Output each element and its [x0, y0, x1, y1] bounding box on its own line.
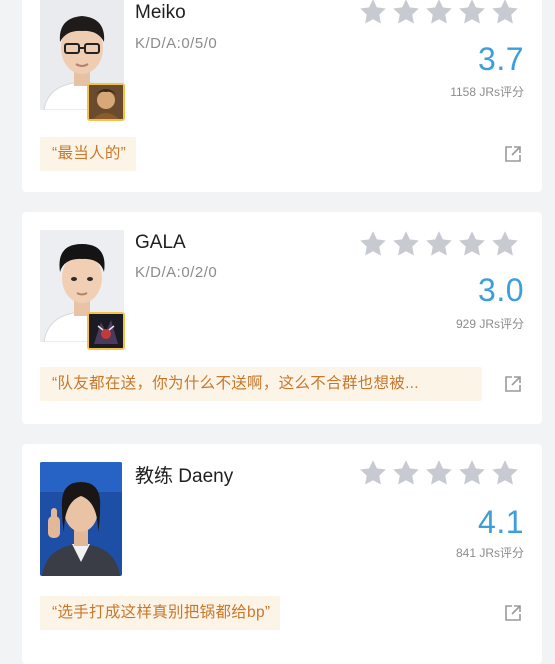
top-comment[interactable]: “选手打成这样真别把锅都给bp” [40, 596, 281, 630]
rating-stars[interactable] [358, 229, 520, 259]
coach-photo [40, 462, 122, 576]
star-icon[interactable] [391, 458, 421, 488]
star-icon[interactable] [490, 229, 520, 259]
rating-count: 1158 JRs评分 [450, 85, 524, 99]
rating-stars[interactable] [358, 0, 520, 27]
star-icon[interactable] [358, 458, 388, 488]
share-icon[interactable] [504, 375, 522, 393]
player-kda: K/D/A:0/5/0 [135, 35, 218, 52]
player-card[interactable]: GALA K/D/A:0/2/0 3.0 929 JRs评分 “队友都在送，你为… [22, 212, 542, 424]
star-icon[interactable] [424, 229, 454, 259]
hero-icon [87, 312, 125, 350]
hero-icon [87, 83, 125, 121]
rating-score: 3.0 [478, 272, 524, 308]
player-card[interactable]: Meiko K/D/A:0/5/0 3.7 1158 JRs评分 “最当人的” [22, 0, 542, 192]
hero-portrait-icon [89, 85, 123, 119]
share-icon[interactable] [504, 145, 522, 163]
coach-card[interactable]: 教练 Daeny 4.1 841 JRs评分 “选手打成这样真别把锅都给bp” [22, 444, 542, 664]
star-icon[interactable] [490, 0, 520, 27]
coach-name: 教练 Daeny [135, 466, 234, 487]
rating-count: 929 JRs评分 [455, 317, 524, 331]
star-icon[interactable] [358, 229, 388, 259]
player-name: GALA [135, 232, 186, 253]
star-icon[interactable] [424, 458, 454, 488]
star-icon[interactable] [391, 0, 421, 27]
star-icon[interactable] [358, 0, 388, 27]
hero-portrait-icon [89, 314, 123, 348]
coach-avatar [40, 462, 122, 576]
star-icon[interactable] [391, 229, 421, 259]
rating-count: 841 JRs评分 [455, 546, 524, 560]
share-icon[interactable] [504, 604, 522, 622]
star-icon[interactable] [457, 0, 487, 27]
player-kda: K/D/A:0/2/0 [135, 264, 218, 281]
star-icon[interactable] [457, 458, 487, 488]
rating-score: 4.1 [478, 504, 524, 540]
top-comment[interactable]: “最当人的” [40, 137, 137, 171]
rating-score: 3.7 [478, 41, 524, 77]
star-icon[interactable] [424, 0, 454, 27]
top-comment[interactable]: “队友都在送，你为什么不送啊，这么不合群也想被... [40, 367, 482, 401]
star-icon[interactable] [457, 229, 487, 259]
player-name: Meiko [135, 2, 186, 23]
rating-stars[interactable] [358, 458, 520, 488]
star-icon[interactable] [490, 458, 520, 488]
